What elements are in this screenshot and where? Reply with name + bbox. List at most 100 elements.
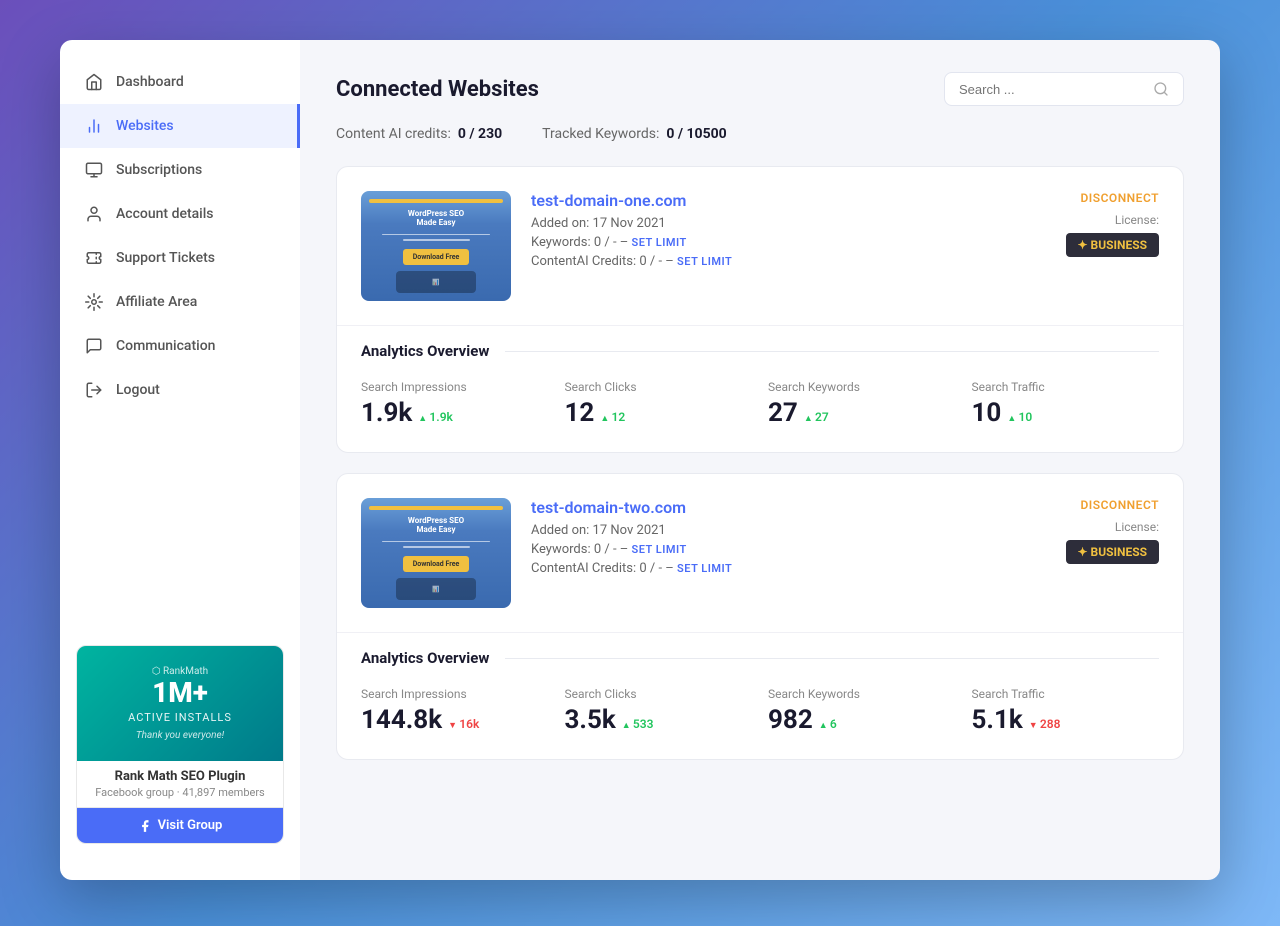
sidebar-item-account[interactable]: Account details [60, 192, 300, 236]
added-on: Added on: 17 Nov 2021 [531, 216, 1046, 231]
analytics-label: Search Traffic [972, 380, 1160, 394]
sidebar-item-logout[interactable]: Logout [60, 368, 300, 412]
analytics-label: Search Impressions [361, 687, 549, 701]
credits-bar: Content AI credits: 0 / 230 Tracked Keyw… [336, 126, 1184, 142]
sidebar: Dashboard Websites Subscriptions [60, 40, 300, 880]
site-domain[interactable]: test-domain-one.com [531, 191, 1046, 210]
analytics-value: 10 [972, 398, 1002, 428]
analytics-value-row: 12 12 [565, 398, 753, 428]
search-input[interactable] [959, 82, 1145, 97]
visit-group-button[interactable]: Visit Group [77, 807, 283, 843]
license-badge: ✦ BUSINESS [1066, 233, 1160, 257]
analytics-item-0: Search Impressions 1.9k 1.9k [361, 380, 549, 428]
sidebar-item-communication[interactable]: Communication [60, 324, 300, 368]
set-limit-keywords[interactable]: SET LIMIT [632, 236, 687, 249]
analytics-divider [505, 658, 1159, 659]
sidebar-item-label: Communication [116, 338, 215, 354]
analytics-value-row: 982 6 [768, 705, 956, 735]
mock-headline: WordPress SEOMade Easy [408, 209, 464, 228]
website-card-0: WordPress SEOMade Easy Download Free 📊 t… [336, 166, 1184, 453]
license-label: License: [1066, 520, 1160, 534]
analytics-change: 6 [819, 717, 837, 731]
analytics-change: 12 [600, 410, 625, 424]
analytics-item-2: Search Keywords 27 27 [768, 380, 956, 428]
sidebar-item-label: Subscriptions [116, 162, 202, 178]
disconnect-button[interactable]: DISCONNECT [1066, 191, 1160, 205]
content-line [403, 546, 470, 548]
analytics-label: Search Clicks [565, 687, 753, 701]
sidebar-item-subscriptions[interactable]: Subscriptions [60, 148, 300, 192]
keywords-meta: Keywords: 0 / - – SET LIMIT [531, 235, 1046, 250]
affiliate-icon [84, 292, 104, 312]
browser-bar [369, 506, 503, 510]
set-limit-ai[interactable]: SET LIMIT [677, 562, 732, 575]
sidebar-item-affiliate[interactable]: Affiliate Area [60, 280, 300, 324]
search-icon [1153, 81, 1169, 97]
page-title: Connected Websites [336, 77, 539, 102]
analytics-item-0: Search Impressions 144.8k 16k [361, 687, 549, 735]
analytics-label: Search Keywords [768, 687, 956, 701]
analytics-value: 982 [768, 705, 813, 735]
main-content: Connected Websites Content AI credits: 0… [300, 40, 1220, 880]
analytics-grid: Search Impressions 144.8k 16k Search Cli… [361, 687, 1159, 735]
content-ai-meta: ContentAI Credits: 0 / - – SET LIMIT [531, 254, 1046, 269]
analytics-label: Search Impressions [361, 380, 549, 394]
sidebar-item-label: Affiliate Area [116, 294, 197, 310]
set-limit-ai[interactable]: SET LIMIT [677, 255, 732, 268]
analytics-label: Search Traffic [972, 687, 1160, 701]
banner-title: Rank Math SEO Plugin [77, 761, 283, 786]
analytics-value: 3.5k [565, 705, 616, 735]
license-badge: ✦ BUSINESS [1066, 540, 1160, 564]
content-line [382, 234, 489, 236]
disconnect-button[interactable]: DISCONNECT [1066, 498, 1160, 512]
analytics-value: 27 [768, 398, 798, 428]
analytics-value-row: 10 10 [972, 398, 1160, 428]
analytics-value: 144.8k [361, 705, 442, 735]
cta-mock: Download Free [403, 249, 470, 265]
user-icon [84, 204, 104, 224]
analytics-header: Analytics Overview [361, 342, 1159, 360]
set-limit-keywords[interactable]: SET LIMIT [632, 543, 687, 556]
analytics-value-row: 1.9k 1.9k [361, 398, 549, 428]
sidebar-item-websites[interactable]: Websites [60, 104, 300, 148]
analytics-item-1: Search Clicks 12 12 [565, 380, 753, 428]
content-line [382, 541, 489, 543]
analytics-label: Search Clicks [565, 380, 753, 394]
screen-mock: 📊 [396, 271, 476, 293]
site-thumbnail: WordPress SEOMade Easy Download Free 📊 [361, 191, 511, 301]
chart-bar-icon [84, 116, 104, 136]
license-label: License: [1066, 213, 1160, 227]
analytics-value: 12 [565, 398, 595, 428]
analytics-change: 10 [1007, 410, 1032, 424]
analytics-header: Analytics Overview [361, 649, 1159, 667]
analytics-value-row: 144.8k 16k [361, 705, 549, 735]
analytics-item-2: Search Keywords 982 6 [768, 687, 956, 735]
analytics-label: Search Keywords [768, 380, 956, 394]
card-top: WordPress SEOMade Easy Download Free 📊 t… [337, 474, 1183, 632]
rank-math-banner: ⬡ RankMath 1M+ ACTIVE INSTALLS Thank you… [76, 645, 284, 844]
installs-label: ACTIVE INSTALLS [93, 711, 267, 724]
content-ai-meta: ContentAI Credits: 0 / - – SET LIMIT [531, 561, 1046, 576]
sidebar-item-support[interactable]: Support Tickets [60, 236, 300, 280]
thumbnail-inner: WordPress SEOMade Easy Download Free 📊 [361, 498, 511, 608]
analytics-title: Analytics Overview [361, 342, 489, 360]
analytics-item-1: Search Clicks 3.5k 533 [565, 687, 753, 735]
banner-image: ⬡ RankMath 1M+ ACTIVE INSTALLS Thank you… [77, 646, 283, 761]
sidebar-nav: Dashboard Websites Subscriptions [60, 60, 300, 629]
sidebar-item-label: Account details [116, 206, 214, 222]
analytics-change: 16k [448, 717, 479, 731]
sidebar-item-label: Logout [116, 382, 160, 398]
analytics-value-row: 5.1k 288 [972, 705, 1160, 735]
banner-tagline: Thank you everyone! [93, 730, 267, 741]
site-domain[interactable]: test-domain-two.com [531, 498, 1046, 517]
sidebar-item-dashboard[interactable]: Dashboard [60, 60, 300, 104]
license-disconnect: DISCONNECT License: ✦ BUSINESS [1066, 191, 1160, 257]
analytics-value-row: 27 27 [768, 398, 956, 428]
screen-mock: 📊 [396, 578, 476, 600]
logout-icon [84, 380, 104, 400]
analytics-title: Analytics Overview [361, 649, 489, 667]
added-on: Added on: 17 Nov 2021 [531, 523, 1046, 538]
installs-count: 1M+ [93, 679, 267, 707]
search-box[interactable] [944, 72, 1184, 106]
content-line [403, 239, 470, 241]
